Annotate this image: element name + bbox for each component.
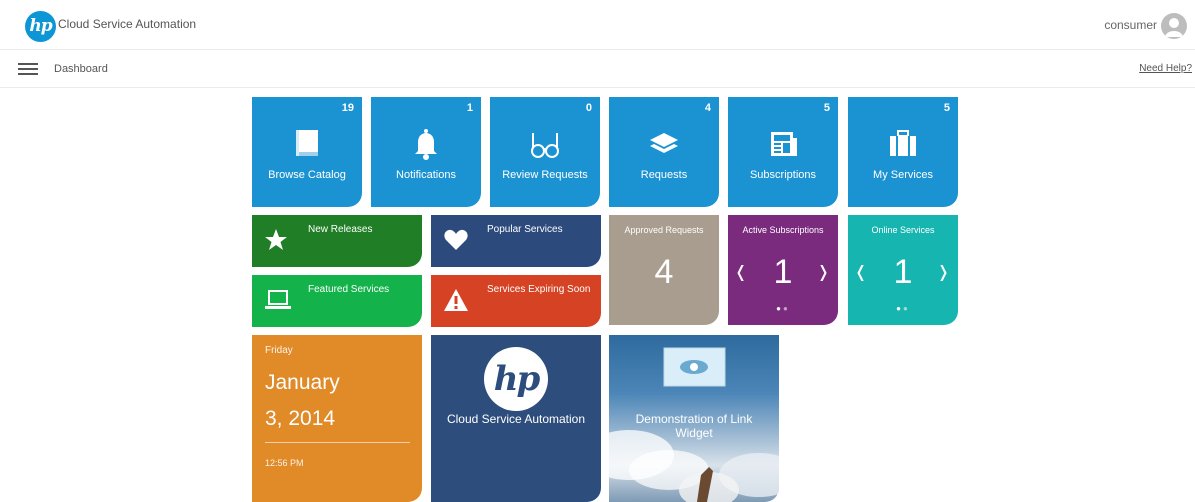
tile-label: Review Requests — [502, 169, 588, 181]
tile-label: New Releases — [308, 224, 373, 235]
tile-subscriptions[interactable]: 5 Subscriptions — [728, 97, 838, 207]
menu-icon[interactable] — [18, 60, 38, 78]
pager-dots[interactable]: ●● — [848, 304, 958, 313]
divider — [265, 442, 410, 443]
tile-label: Browse Catalog — [268, 169, 346, 181]
tile-count: 1 — [466, 102, 473, 114]
pager-dots[interactable]: ●● — [728, 304, 838, 313]
tile-count: 19 — [341, 102, 354, 114]
warning-icon — [443, 288, 469, 317]
tile-label: My Services — [873, 169, 933, 181]
approved-count: 4 — [654, 253, 674, 291]
app-title: Cloud Service Automation — [58, 17, 197, 31]
tile-browse-catalog[interactable]: 19 Browse Catalog — [252, 97, 362, 207]
hp-logo-icon: hp — [484, 347, 548, 411]
tile-label: Popular Services — [487, 224, 563, 235]
tile-count: 4 — [704, 102, 711, 114]
tile-count: 5 — [943, 102, 950, 114]
book-icon — [252, 127, 362, 166]
sub-bar: Dashboard Need Help? — [0, 51, 1195, 88]
tile-label: Subscriptions — [749, 169, 817, 181]
tile-title: Cloud Service Automation — [446, 412, 586, 426]
tile-label: Services Expiring Soon — [487, 284, 591, 295]
tile-label: Notifications — [396, 169, 456, 181]
tile-active-subscriptions[interactable]: Active Subscriptions ❬ 1 ❭ ●● — [728, 215, 838, 325]
tile-notifications[interactable]: 1 Notifications — [371, 97, 481, 207]
breadcrumb: Dashboard — [54, 63, 108, 75]
calendar-day-year: 3, 2014 — [265, 407, 336, 430]
star-icon — [264, 228, 288, 257]
bell-icon — [371, 127, 481, 166]
tile-popular-services[interactable]: Popular Services — [431, 215, 601, 267]
laptop-icon — [264, 288, 292, 317]
tile-count: 0 — [585, 102, 592, 114]
need-help-link[interactable]: Need Help? — [1139, 63, 1192, 74]
chevron-right-icon[interactable]: ❭ — [937, 262, 950, 282]
tile-featured-services[interactable]: Featured Services — [252, 275, 422, 327]
tile-title: Online Services — [871, 225, 935, 235]
top-header: hp Cloud Service Automation consumer — [0, 0, 1195, 50]
tile-services-expiring[interactable]: Services Expiring Soon — [431, 275, 601, 327]
calendar-month: January — [265, 371, 340, 394]
tile-requests[interactable]: 4 Requests — [609, 97, 719, 207]
tile-label: Featured Services — [308, 284, 390, 295]
layers-icon — [609, 127, 719, 166]
tile-calendar[interactable]: Friday January 3, 2014 12:56 PM — [252, 335, 422, 502]
tile-new-releases[interactable]: New Releases — [252, 215, 422, 267]
heart-icon — [443, 228, 469, 257]
hp-logo-icon[interactable]: hp — [25, 11, 56, 42]
calendar-weekday: Friday — [265, 345, 293, 356]
glasses-icon — [490, 127, 600, 166]
user-name[interactable]: consumer — [1104, 18, 1157, 32]
tile-title: Approved Requests — [624, 225, 704, 235]
tile-count: 5 — [823, 102, 830, 114]
tile-online-services[interactable]: Online Services ❬ 1 ❭ ●● — [848, 215, 958, 325]
user-avatar-icon[interactable] — [1161, 13, 1187, 39]
tile-title: Demonstration of Link Widget — [635, 412, 753, 440]
tile-link-widget[interactable]: Demonstration of Link Widget — [609, 335, 779, 502]
newspaper-icon — [728, 127, 838, 166]
briefcase-icon — [848, 127, 958, 166]
tile-my-services[interactable]: 5 My Services — [848, 97, 958, 207]
tile-review-requests[interactable]: 0 Review Requests — [490, 97, 600, 207]
tile-label: Requests — [640, 169, 688, 181]
tile-cloud-service-automation[interactable]: hp Cloud Service Automation — [431, 335, 601, 502]
chevron-right-icon[interactable]: ❭ — [817, 262, 830, 282]
calendar-time: 12:56 PM — [265, 458, 304, 468]
tile-title: Active Subscriptions — [742, 225, 824, 235]
tile-approved-requests[interactable]: Approved Requests 4 — [609, 215, 719, 325]
